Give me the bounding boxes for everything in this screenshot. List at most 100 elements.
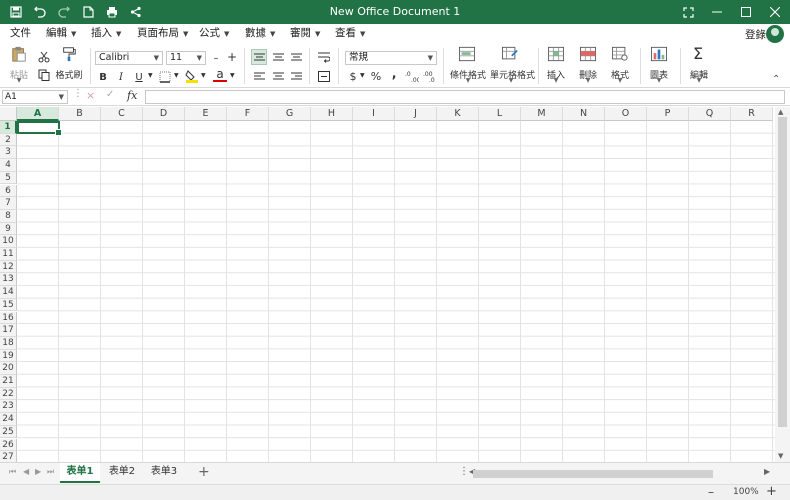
column-header[interactable]: G [269,107,311,121]
row-header[interactable]: 11 [0,248,17,261]
column-header[interactable]: L [479,107,521,121]
format-cells-button[interactable]: 格式 ▼ [602,44,638,86]
row-header[interactable]: 1 [0,121,17,134]
column-header[interactable]: H [311,107,353,121]
row-header[interactable]: 8 [0,209,17,223]
row-header[interactable]: 27 [0,451,17,462]
align-top-icon[interactable] [251,49,267,65]
row-header[interactable]: 15 [0,298,17,312]
menu-page-layout[interactable]: 頁面布局 ▼ [137,24,188,44]
sheet-tab-1[interactable]: 表单1 [60,463,100,483]
next-sheet-icon[interactable]: ▶ [35,467,41,476]
decrease-decimal-icon[interactable]: .00.0 [422,68,438,84]
column-header[interactable]: C [101,107,143,121]
column-header[interactable]: M [521,107,563,121]
increase-decimal-icon[interactable]: .0.00 [404,68,420,84]
confirm-edit-button[interactable]: ✓ [106,89,114,100]
column-header[interactable]: K [437,107,479,121]
cell-grid[interactable] [17,121,775,462]
row-header[interactable]: 6 [0,184,17,198]
column-header[interactable]: B [59,107,101,121]
format-painter-button[interactable]: 格式刷 [51,44,87,86]
maximize-button[interactable] [731,0,761,24]
add-sheet-button[interactable]: + [198,464,210,480]
row-header[interactable]: 25 [0,425,17,439]
last-sheet-icon[interactable]: ⏭ [47,467,54,477]
row-header[interactable]: 18 [0,336,17,350]
cell-style-button[interactable]: 單元格格式 ▼ [490,44,535,86]
scroll-down-icon[interactable]: ▼ [778,452,783,460]
fill-color-icon[interactable] [184,68,200,84]
login-link[interactable]: 登錄 [745,27,766,42]
sheet-tab-2[interactable]: 表单2 [102,463,142,483]
column-header[interactable]: A [17,107,59,121]
row-header[interactable]: 16 [0,311,17,325]
vertical-scrollbar[interactable]: ▲ ▼ [775,107,790,462]
editing-button[interactable]: Σ 編輯 ▼ [680,44,718,86]
paste-button[interactable]: 粘貼 ▼ [1,44,37,86]
menu-view[interactable]: 查看 ▼ [335,24,365,44]
align-center-icon[interactable] [270,68,286,84]
select-all-corner[interactable] [0,107,17,121]
collapse-ribbon-icon[interactable]: ⌃ [772,74,780,85]
selected-cell[interactable] [17,121,62,136]
copy-icon[interactable] [36,67,52,83]
column-header[interactable]: Q [689,107,731,121]
row-header[interactable]: 14 [0,286,17,299]
column-header[interactable]: J [395,107,437,121]
row-header[interactable]: 20 [0,362,17,375]
currency-button[interactable]: $ [345,68,361,84]
row-header[interactable]: 21 [0,375,17,388]
column-header[interactable]: E [185,107,227,121]
close-button[interactable] [760,0,790,24]
column-header[interactable]: R [731,107,773,121]
row-header[interactable]: 12 [0,260,17,274]
font-size-select[interactable]: 11 ▼ [166,51,206,65]
row-header[interactable]: 26 [0,438,17,452]
scroll-right-icon[interactable]: ▶ [764,467,770,476]
row-header[interactable]: 19 [0,349,17,363]
row-header[interactable]: 7 [0,197,17,210]
cut-icon[interactable] [36,49,52,65]
font-name-select[interactable]: Calibri ▼ [95,51,163,65]
row-header[interactable]: 10 [0,235,17,248]
spreadsheet-grid[interactable]: ABCDEFGHIJKLMNOPQR 1 2 3 4 5 6 7 8 9 10 11 12 13 14 15… [0,107,775,462]
formula-input[interactable] [145,90,785,104]
row-header[interactable]: 24 [0,413,17,426]
avatar[interactable] [766,25,784,43]
name-box[interactable]: A1 ▼ [2,90,68,104]
row-header[interactable]: 3 [0,146,17,160]
menu-insert[interactable]: 插入 ▼ [91,24,121,44]
column-header[interactable]: F [227,107,269,121]
insert-cells-button[interactable]: 插入 ▼ [538,44,574,86]
menu-formulas[interactable]: 公式 ▼ [199,24,229,44]
wrap-text-icon[interactable] [316,49,332,65]
row-header[interactable]: 2 [0,133,17,147]
comma-style-button[interactable]: ‚ [386,66,402,82]
column-header[interactable]: D [143,107,185,121]
menu-data[interactable]: 數據 ▼ [245,24,275,44]
menu-edit[interactable]: 編輯 ▼ [46,24,76,44]
horizontal-scrollbar-thumb[interactable] [473,470,713,478]
align-left-icon[interactable] [251,68,267,84]
percent-button[interactable]: % [368,68,384,84]
scroll-up-icon[interactable]: ▲ [778,108,783,116]
align-middle-icon[interactable] [270,49,286,65]
row-header[interactable]: 23 [0,400,17,414]
conditional-format-button[interactable]: 條件格式 ▼ [448,44,488,86]
menu-review[interactable]: 審閱 ▼ [290,24,320,44]
borders-icon[interactable] [157,69,173,85]
merge-cells-icon[interactable] [316,68,332,84]
cancel-edit-button[interactable]: × [86,89,95,102]
align-bottom-icon[interactable] [288,49,304,65]
more-icon[interactable]: ⋮ [459,466,469,477]
menu-file[interactable]: 文件 [10,24,31,44]
zoom-level[interactable]: 100% [733,487,759,497]
underline-button[interactable]: U [131,69,147,85]
sheet-tab-3[interactable]: 表单3 [144,463,184,483]
column-header[interactable]: I [353,107,395,121]
row-header[interactable]: 17 [0,324,17,337]
zoom-in-button[interactable]: + [766,484,777,499]
row-header[interactable]: 5 [0,171,17,185]
bold-button[interactable]: B [95,69,111,85]
